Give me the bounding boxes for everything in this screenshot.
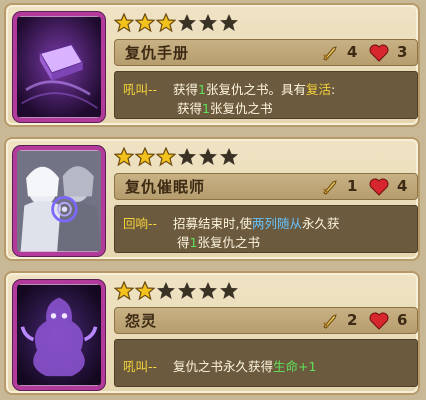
description-line-1: 回响-- 招募结束时,使两列随从永久获 [123,216,340,231]
star-empty-icon [178,14,196,31]
heart-icon [369,178,389,196]
name-bar: 怨灵 2 6 [114,307,418,334]
description-box: 回响-- 招募结束时,使两列随从永久获 得1张复仇之书 [114,205,418,253]
health-value: 4 [397,177,408,195]
card-name: 复仇催眠师 [125,178,206,196]
description-line-1: 吼叫-- 复仇之书永久获得生命+1 [123,359,317,374]
star-filled-icon [135,281,155,301]
card-revenge-manual[interactable]: 复仇手册 4 3 吼叫-- 获得1张复仇之书。具有复活: 获得1张复仇之书 [4,3,420,127]
description-line-2: 得1张复仇之书 [177,235,260,250]
card-revenge-hypnotist[interactable]: 复仇催眠师 1 4 回响-- 招募结束时,使两列随从永久获 得1张复仇之书 [4,137,420,261]
attack-value: 4 [347,43,358,61]
star-filled-icon [114,13,134,33]
sword-icon [323,180,337,195]
spellbook-portrait [13,12,105,122]
attack-value: 2 [347,311,358,329]
star-empty-icon [220,282,238,299]
health-value: 3 [397,43,408,61]
wraith-portrait [13,280,105,390]
card-name: 复仇手册 [125,44,190,62]
star-rating [114,281,239,303]
heart-icon [369,312,389,330]
health-value: 6 [397,311,408,329]
description-box: 吼叫-- 复仇之书永久获得生命+1 [114,339,418,387]
star-empty-icon [178,282,196,299]
star-filled-icon [114,281,134,301]
description-box: 吼叫-- 获得1张复仇之书。具有复活: 获得1张复仇之书 [114,71,418,119]
star-empty-icon [220,148,238,165]
sword-icon [323,46,337,61]
sword-icon [323,314,337,329]
star-rating [114,147,239,169]
star-empty-icon [199,14,217,31]
card-wraith[interactable]: 怨灵 2 6 吼叫-- 复仇之书永久获得生命+1 [4,271,420,395]
star-rating [114,13,239,35]
name-bar: 复仇催眠师 1 4 [114,173,418,200]
star-empty-icon [178,148,196,165]
star-filled-icon [156,147,176,167]
hypnotist-portrait [13,146,105,256]
name-bar: 复仇手册 4 3 [114,39,418,66]
star-empty-icon [199,148,217,165]
heart-icon [369,44,389,62]
star-empty-icon [220,14,238,31]
description-line-2: 获得1张复仇之书 [177,101,273,116]
card-name: 怨灵 [125,312,158,330]
description-line-1: 吼叫-- 获得1张复仇之书。具有复活: [123,82,336,97]
star-filled-icon [114,147,134,167]
star-empty-icon [157,282,175,299]
attack-value: 1 [347,177,358,195]
star-filled-icon [135,147,155,167]
star-empty-icon [199,282,217,299]
star-filled-icon [135,13,155,33]
star-filled-icon [156,13,176,33]
